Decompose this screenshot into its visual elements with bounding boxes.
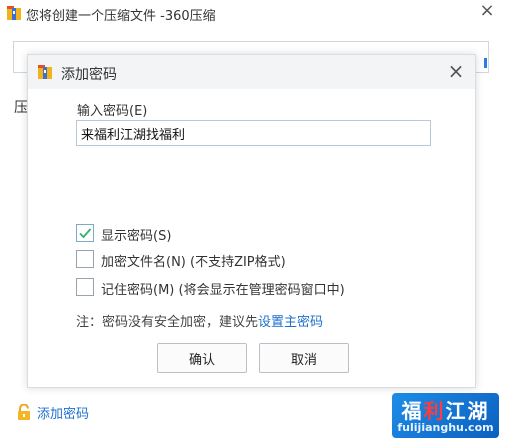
remember-password-label: 记住密码(M) (将会显示在管理密码窗口中) xyxy=(101,283,345,298)
watermark-url: fulijianghu.com xyxy=(397,421,494,434)
archive-icon xyxy=(37,64,53,80)
scroll-indicator xyxy=(484,58,487,68)
security-note: 注：密码没有安全加密，建议先设置主密码 xyxy=(76,311,323,330)
close-icon[interactable]: × xyxy=(445,60,467,82)
password-label: 输入密码(E) xyxy=(77,104,148,119)
confirm-button[interactable]: 确认 xyxy=(157,343,247,373)
check-icon xyxy=(79,228,92,239)
show-password-checkbox[interactable] xyxy=(76,224,94,242)
watermark-title: 福利江湖 xyxy=(401,399,490,423)
add-password-label: 添加密码 xyxy=(37,407,90,422)
add-password-dialog: 添加密码 × 输入密码(E) 显示密码(S) 加密文件名(N) (不支持ZIP格… xyxy=(27,54,476,388)
parent-titlebar: 您将创建一个压缩文件 -360压缩 × xyxy=(0,0,507,28)
encrypt-filename-label: 加密文件名(N) (不支持ZIP格式) xyxy=(101,255,286,270)
parent-compress-label: 压 xyxy=(14,100,28,116)
dialog-titlebar: 添加密码 × xyxy=(28,55,475,89)
lock-icon xyxy=(17,403,31,420)
show-password-label: 显示密码(S) xyxy=(101,229,172,244)
watermark-logo: 福利江湖 fulijianghu.com xyxy=(392,393,499,438)
archive-icon xyxy=(6,5,22,21)
cancel-button[interactable]: 取消 xyxy=(259,343,349,373)
parent-window-title: 您将创建一个压缩文件 -360压缩 xyxy=(26,9,216,24)
add-password-link[interactable]: 添加密码 xyxy=(17,403,89,422)
encrypt-filename-checkbox[interactable] xyxy=(76,250,94,268)
set-master-password-link[interactable]: 设置主密码 xyxy=(258,315,323,330)
password-input[interactable] xyxy=(76,120,431,146)
parent-close-icon[interactable]: × xyxy=(477,2,497,22)
dialog-title: 添加密码 xyxy=(61,67,117,83)
remember-password-checkbox[interactable] xyxy=(76,278,94,296)
security-note-text: 注：密码没有安全加密，建议先 xyxy=(76,315,259,330)
